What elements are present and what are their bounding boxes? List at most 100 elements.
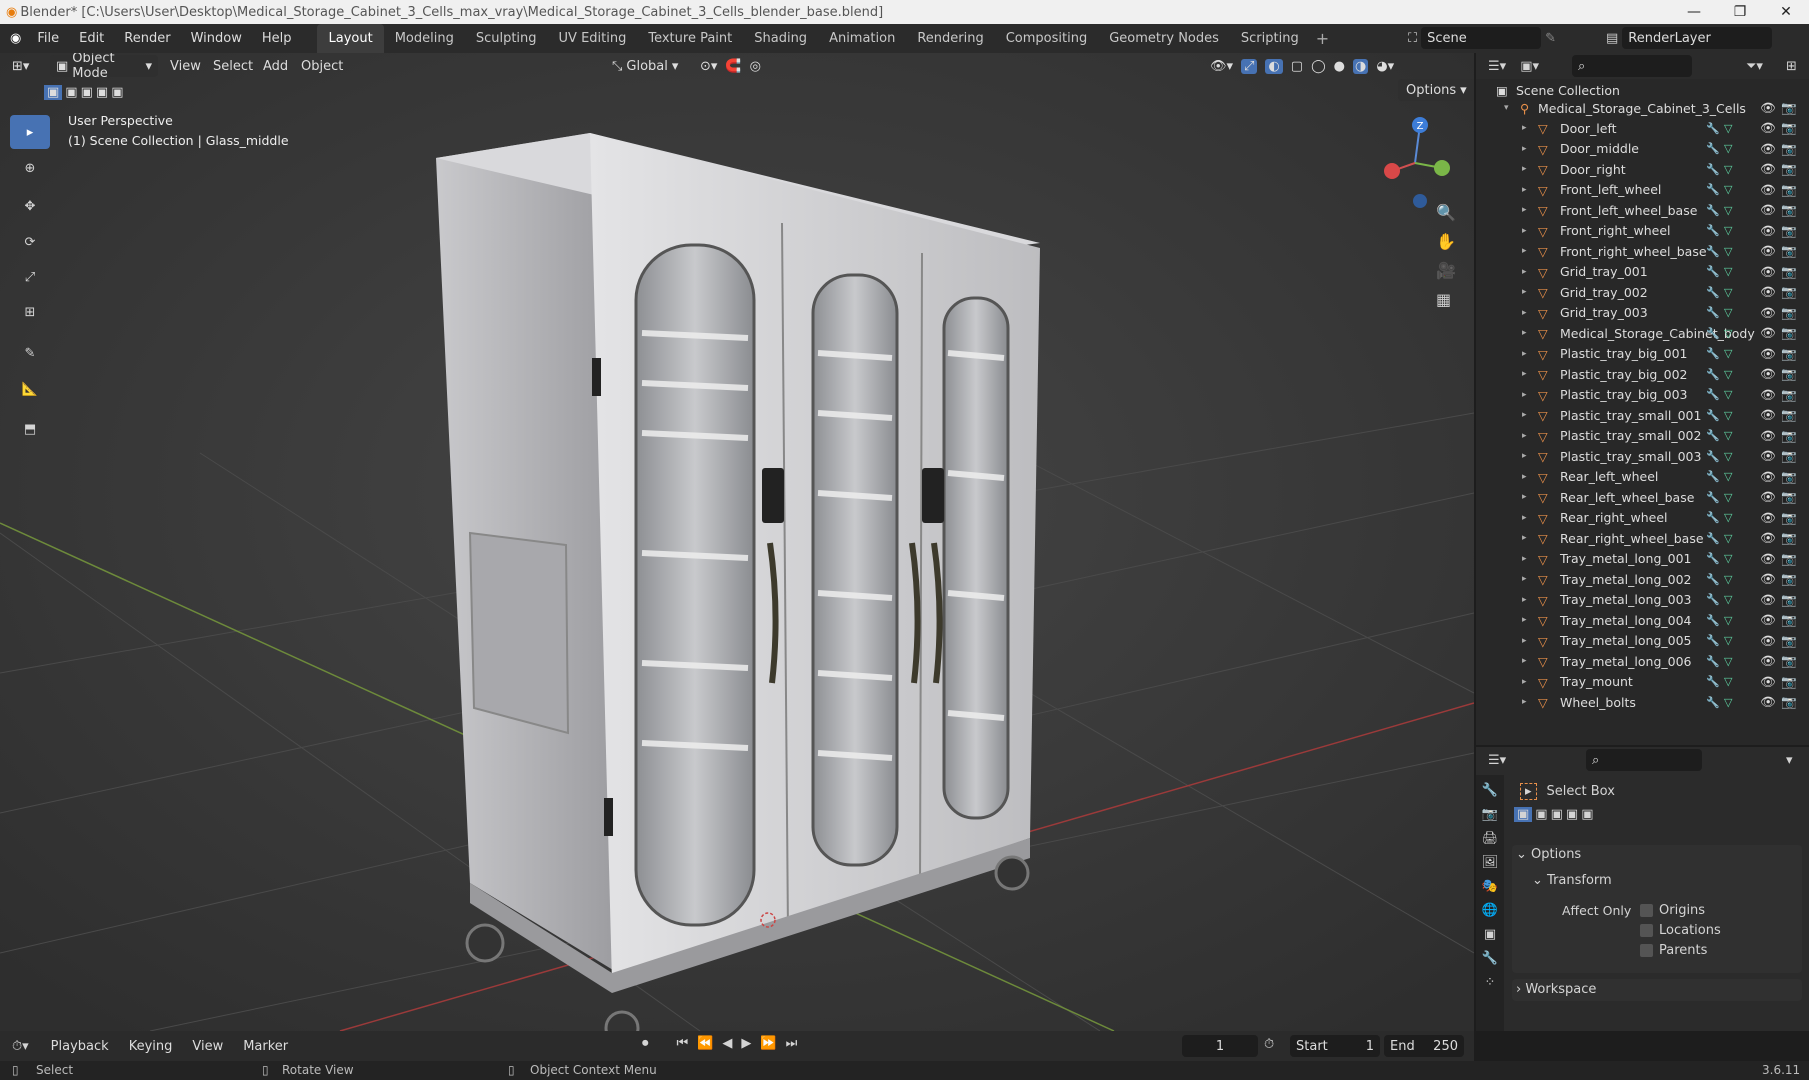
timeline-menu-marker[interactable]: Marker [233,1032,298,1061]
select-box-tool[interactable]: ▸ [10,115,50,149]
expand-arrow-icon[interactable]: ▸ [1522,554,1527,564]
outliner-row-collection[interactable]: ▾ ⚲ Medical_Storage_Cabinet_3_Cells 👁 📷 [1476,98,1809,119]
stopwatch-icon[interactable]: ⏱ [1264,1037,1274,1052]
outliner-row[interactable]: ▸ ▽ Tray_metal_long_001 🔧 ▽ 👁 📷 [1476,549,1809,570]
jump-end-icon[interactable]: ⏭ [786,1036,798,1051]
outliner-row[interactable]: ▸ ▽ Door_right 🔧 ▽ 👁 📷 [1476,159,1809,180]
mesh-data-icon[interactable]: ▽ [1724,634,1732,647]
mesh-data-icon[interactable]: ▽ [1724,327,1732,340]
render-camera-icon[interactable]: 📷 [1781,284,1797,300]
visibility-eye-icon[interactable]: 👁 [1760,387,1776,403]
render-camera-icon[interactable]: 📷 [1781,223,1797,239]
render-camera-icon[interactable]: 📷 [1781,264,1797,280]
mesh-data-icon[interactable]: ▽ [1724,183,1732,196]
tab-compositing[interactable]: Compositing [995,24,1099,53]
visibility-eye-icon[interactable]: 👁 [1760,407,1776,423]
outliner-row[interactable]: ▸ ▽ Plastic_tray_small_003 🔧 ▽ 👁 📷 [1476,446,1809,467]
scene-tab-icon[interactable]: 🎭 [1482,879,1498,894]
visibility-eye-icon[interactable]: 👁 [1760,592,1776,608]
next-keyframe-icon[interactable]: ⏩ [760,1036,776,1051]
modifier-icon[interactable]: 🔧 [1706,286,1720,299]
viewport-menu-view[interactable]: View [170,55,201,77]
visibility-eye-icon[interactable]: 👁 [1760,141,1776,157]
modifier-icon[interactable]: 🔧 [1706,593,1720,606]
pin-icon[interactable]: ✎ [1545,31,1556,46]
play-icon[interactable]: ▶ [741,1036,751,1051]
visibility-eye-icon[interactable]: 👁 [1760,633,1776,649]
expand-arrow-icon[interactable]: ▸ [1522,615,1527,625]
modifier-icon[interactable]: 🔧 [1706,183,1720,196]
modifier-icon[interactable]: 🔧 [1706,634,1720,647]
outliner-row[interactable]: ▸ ▽ Front_right_wheel_base 🔧 ▽ 👁 📷 [1476,241,1809,262]
render-camera-icon[interactable]: 📷 [1781,653,1797,669]
new-collection-icon[interactable]: ⊞ [1786,59,1797,74]
select-intersect-icon[interactable]: ▣ [111,85,123,100]
visibility-eye-icon[interactable]: 👁 [1760,264,1776,280]
wireframe-shading-icon[interactable]: ◯ [1311,59,1326,74]
parents-checkbox[interactable]: Parents [1640,943,1707,958]
visibility-eye-icon[interactable]: 👁 [1760,325,1776,341]
render-camera-icon[interactable]: 📷 [1781,120,1797,136]
expand-arrow-icon[interactable]: ▸ [1522,431,1527,441]
expand-arrow-icon[interactable]: ▸ [1522,697,1527,707]
maximize-button[interactable]: ❐ [1717,0,1763,24]
visibility-eye-icon[interactable]: 👁 [1760,694,1776,710]
tab-scripting[interactable]: Scripting [1230,24,1310,53]
solid-shading-icon[interactable]: ● [1334,59,1345,74]
menu-edit[interactable]: Edit [69,24,114,53]
outliner-row[interactable]: ▸ ▽ Front_right_wheel 🔧 ▽ 👁 📷 [1476,221,1809,242]
expand-arrow-icon[interactable]: ▸ [1522,677,1527,687]
expand-arrow-icon[interactable]: ▸ [1522,349,1527,359]
mesh-data-icon[interactable]: ▽ [1724,388,1732,401]
pivot-icon[interactable]: ⊙▾ [700,59,717,74]
render-camera-icon[interactable]: 📷 [1781,202,1797,218]
outliner-row[interactable]: ▸ ▽ Grid_tray_001 🔧 ▽ 👁 📷 [1476,262,1809,283]
expand-arrow-icon[interactable]: ▸ [1522,164,1527,174]
render-camera-icon[interactable]: 📷 [1781,592,1797,608]
current-frame-field[interactable]: 1 [1182,1035,1258,1057]
mesh-data-icon[interactable]: ▽ [1724,450,1732,463]
render-camera-icon[interactable]: 📷 [1781,448,1797,464]
outliner-row[interactable]: ▸ ▽ Rear_left_wheel_base 🔧 ▽ 👁 📷 [1476,487,1809,508]
camera-icon[interactable]: 🎥 [1436,261,1456,280]
tab-texture-paint[interactable]: Texture Paint [637,24,743,53]
jump-start-icon[interactable]: ⏮ [677,1036,689,1051]
modifier-icon[interactable]: 🔧 [1706,450,1720,463]
grid-view-icon[interactable]: ▦ [1436,290,1456,309]
render-camera-icon[interactable]: 📷 [1781,694,1797,710]
prev-keyframe-icon[interactable]: ⏪ [697,1036,713,1051]
modifier-icon[interactable]: 🔧 [1706,368,1720,381]
annotate-tool[interactable]: ✎ [10,336,50,370]
tab-layout[interactable]: Layout [317,24,384,53]
modifier-icon[interactable]: 🔧 [1706,306,1720,319]
render-camera-icon[interactable]: 📷 [1781,571,1797,587]
expand-arrow-icon[interactable]: ▾ [1504,103,1509,113]
modifier-icon[interactable]: 🔧 [1706,204,1720,217]
render-camera-icon[interactable]: 📷 [1781,633,1797,649]
modifier-icon[interactable]: 🔧 [1706,532,1720,545]
render-camera-icon[interactable]: 📷 [1781,182,1797,198]
mesh-data-icon[interactable]: ▽ [1724,491,1732,504]
modifier-icon[interactable]: 🔧 [1706,614,1720,627]
select-difference-icon[interactable]: ▣ [96,85,108,100]
modifier-icon[interactable]: 🔧 [1706,491,1720,504]
menu-render[interactable]: Render [114,24,180,53]
snapping-tools[interactable]: ⊙▾ 🧲 ◎ [700,55,761,77]
visibility-eye-icon[interactable]: 👁 [1760,366,1776,382]
visibility-eye-icon[interactable]: 👁 [1760,100,1776,116]
visibility-eye-icon[interactable]: 👁 [1760,448,1776,464]
modifier-icon[interactable]: 🔧 [1706,409,1720,422]
display-mode-icon[interactable]: ▣▾ [1520,59,1539,74]
timeline-editor-type-icon[interactable]: ⏱▾ [12,1039,29,1054]
render-camera-icon[interactable]: 📷 [1781,346,1797,362]
render-tab-icon[interactable]: 📷 [1482,807,1498,822]
material-shading-icon[interactable]: ◑ [1352,58,1369,74]
modifier-icon[interactable]: 🔧 [1706,245,1720,258]
mesh-data-icon[interactable]: ▽ [1724,511,1732,524]
transform-tool[interactable]: ⊞ [10,295,50,329]
output-tab-icon[interactable]: 🖨 [1482,831,1499,846]
proportional-edit-icon[interactable]: ◎ [750,59,761,74]
particles-tab-icon[interactable]: ⁘ [1485,975,1496,990]
render-layer-selector[interactable]: RenderLayer [1622,27,1773,49]
expand-arrow-icon[interactable]: ▸ [1522,205,1527,215]
